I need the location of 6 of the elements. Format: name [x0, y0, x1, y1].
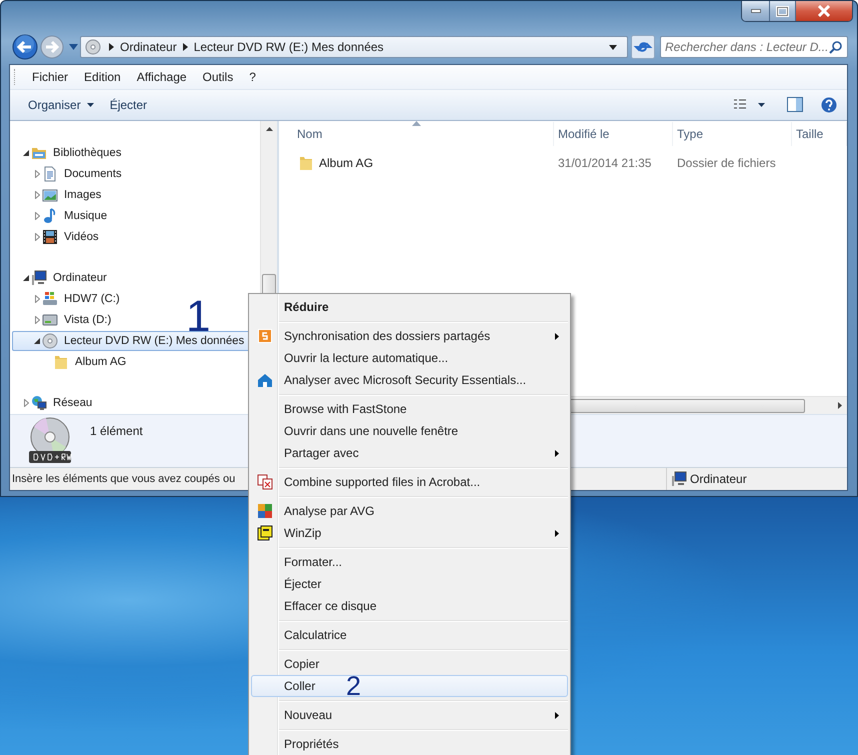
table-cell-text: 31/01/2014 21:35: [557, 156, 652, 170]
annotation-number: 2: [346, 676, 362, 696]
table-cell-text: Dossier de fichiers: [676, 156, 777, 170]
item-count: 1 élément: [90, 424, 143, 438]
status-text: Insère les éléments que vous avez coupés ou: [11, 473, 236, 485]
status-location: Ordinateur: [690, 472, 747, 486]
